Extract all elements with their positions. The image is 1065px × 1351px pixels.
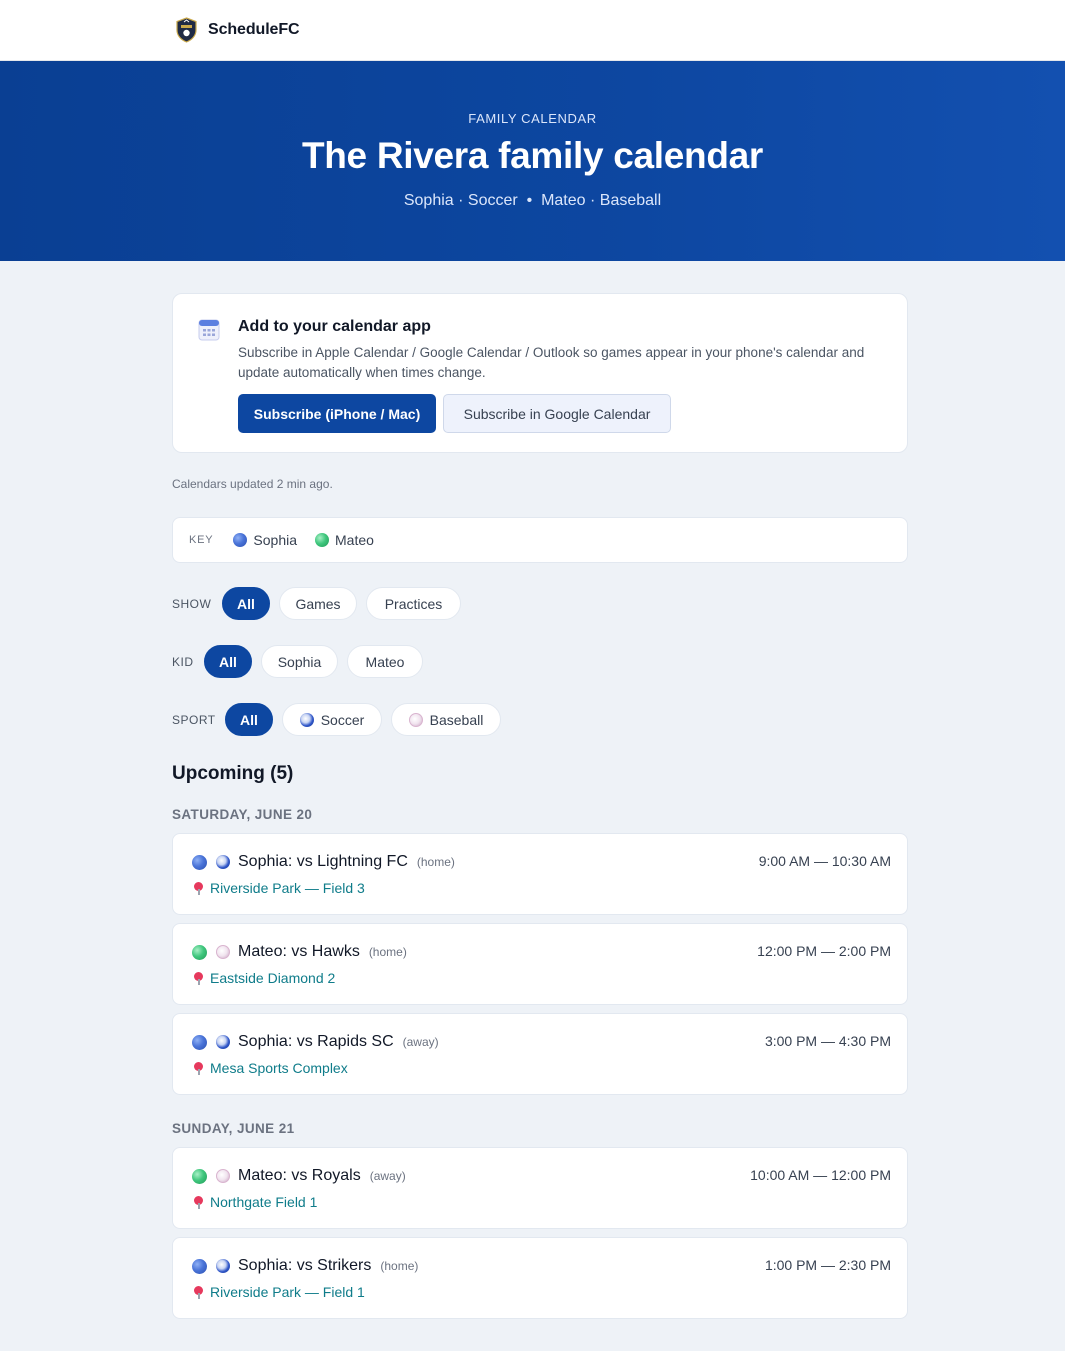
calendar-subscribe-card: Add to your calendar app Subscribe in Ap…: [172, 293, 908, 453]
event-card[interactable]: Mateo: vs Hawks (home) Eastside Diamond …: [172, 923, 908, 1005]
subscribe-google-button[interactable]: Subscribe in Google Calendar: [443, 394, 671, 433]
club-crest-icon: [176, 17, 197, 43]
event-location[interactable]: Mesa Sports Complex: [194, 1060, 348, 1076]
event-venue-tag: (home): [380, 1259, 419, 1273]
map-pin-icon: [194, 881, 203, 895]
event-header: Sophia: vs Rapids SC (away): [192, 1033, 439, 1051]
event-header: Sophia: vs Strikers (home): [192, 1257, 418, 1275]
upcoming-heading: Upcoming (5): [172, 763, 294, 784]
filter-kid-sophia[interactable]: Sophia: [261, 645, 338, 678]
filter-kid-mateo[interactable]: Mateo: [347, 645, 423, 678]
soccer-ball-icon: [299, 712, 314, 727]
event-location[interactable]: Riverside Park — Field 1: [194, 1284, 365, 1300]
event-venue-tag: (home): [416, 855, 455, 869]
soccer-ball-icon: [216, 855, 230, 869]
map-pin-icon: [194, 1285, 203, 1299]
event-location[interactable]: Northgate Field 1: [194, 1194, 317, 1210]
page-title: The Rivera family calendar: [301, 135, 764, 176]
event-title: Sophia: vs Rapids SC: [238, 1033, 394, 1050]
event-card[interactable]: Mateo: vs Royals (away) Northgate Field …: [172, 1147, 908, 1229]
event-time: 3:00 PM — 4:30 PM: [764, 1033, 891, 1049]
event-location-text: Eastside Diamond 2: [210, 970, 336, 986]
key-item-label: Sophia: [253, 532, 298, 548]
soccer-ball-icon: [216, 1259, 230, 1273]
sophia-color-dot-icon: [233, 533, 248, 547]
kid-color-dot-icon: [192, 854, 207, 870]
event-card[interactable]: Sophia: vs Lightning FC (home) Riverside…: [172, 833, 908, 915]
event-venue-tag: (away): [402, 1035, 439, 1049]
filter-show-all[interactable]: All: [222, 587, 270, 620]
brand-name: ScheduleFC: [208, 21, 300, 38]
kid-color-dot-icon: [192, 944, 207, 960]
day-label: SATURDAY, JUNE 20: [172, 807, 313, 822]
calendar-card-title: Add to your calendar app: [238, 318, 431, 335]
filter-sport-all[interactable]: All: [225, 703, 273, 736]
filter-show-label: SHOW: [172, 596, 212, 611]
event-card[interactable]: Sophia: vs Rapids SC (away) Mesa Sports …: [172, 1013, 908, 1095]
filter-show: SHOW All Games Practices: [172, 587, 470, 620]
kid-color-dot-icon: [192, 1034, 207, 1050]
hero-eyebrow: FAMILY CALENDAR: [468, 111, 597, 126]
filter-kid: KID All Sophia Mateo: [172, 645, 432, 678]
event-venue-tag: (home): [368, 945, 407, 959]
baseball-icon: [216, 945, 230, 959]
event-header: Sophia: vs Lightning FC (home): [192, 853, 455, 871]
event-title: Mateo: vs Hawks: [238, 943, 360, 960]
event-card[interactable]: Sophia: vs Strikers (home) Riverside Par…: [172, 1237, 908, 1319]
event-time: 12:00 PM — 2:00 PM: [757, 943, 891, 959]
event-location-text: Mesa Sports Complex: [210, 1060, 348, 1076]
event-header: Mateo: vs Royals (away): [192, 1167, 406, 1185]
top-bar: ScheduleFC: [0, 0, 1065, 61]
filter-kid-all[interactable]: All: [204, 645, 252, 678]
map-pin-icon: [194, 1061, 203, 1075]
soccer-ball-icon: [216, 1035, 230, 1049]
filter-sport-baseball[interactable]: Baseball: [391, 703, 501, 736]
color-key: KEY Sophia Mateo: [172, 517, 908, 563]
day-label: SUNDAY, JUNE 21: [172, 1121, 295, 1136]
event-title: Mateo: vs Royals: [238, 1167, 361, 1184]
event-location[interactable]: Eastside Diamond 2: [194, 970, 335, 986]
filter-show-practices[interactable]: Practices: [366, 587, 461, 620]
filter-kid-label: KID: [172, 654, 194, 669]
mateo-color-dot-icon: [315, 533, 330, 547]
calendar-icon: [198, 319, 220, 341]
filter-sport: SPORT All Soccer Baseball: [172, 703, 510, 736]
event-header: Mateo: vs Hawks (home): [192, 943, 407, 961]
brand[interactable]: ScheduleFC: [175, 17, 300, 43]
subscribe-apple-button[interactable]: Subscribe (iPhone / Mac): [238, 394, 436, 433]
event-location-text: Riverside Park — Field 3: [210, 880, 365, 896]
filter-sport-soccer-label: Soccer: [320, 711, 365, 728]
kid-color-dot-icon: [192, 1168, 207, 1184]
event-time: 1:00 PM — 2:30 PM: [764, 1257, 891, 1273]
key-item-sophia: Sophia: [233, 532, 297, 548]
event-title: Sophia: vs Lightning FC: [238, 853, 408, 870]
event-location[interactable]: Riverside Park — Field 3: [194, 880, 365, 896]
calendar-card-description: Subscribe in Apple Calendar / Google Cal…: [238, 345, 865, 380]
filter-sport-baseball-label: Baseball: [429, 711, 484, 728]
hero-subtitle: Sophia · Soccer • Mateo · Baseball: [403, 192, 662, 209]
event-title: Sophia: vs Strikers: [238, 1257, 372, 1274]
map-pin-icon: [194, 971, 203, 985]
filter-show-games[interactable]: Games: [279, 587, 357, 620]
event-time: 9:00 AM — 10:30 AM: [758, 853, 891, 869]
filter-sport-label: SPORT: [172, 712, 216, 727]
baseball-icon: [216, 1169, 230, 1183]
key-label: KEY: [189, 534, 214, 546]
kid-color-dot-icon: [192, 1258, 207, 1274]
filter-sport-soccer[interactable]: Soccer: [282, 703, 382, 736]
baseball-icon: [408, 712, 423, 727]
event-location-text: Riverside Park — Field 1: [210, 1284, 365, 1300]
event-location-text: Northgate Field 1: [210, 1194, 318, 1210]
event-time: 10:00 AM — 12:00 PM: [750, 1167, 891, 1183]
hero-banner: FAMILY CALENDAR The Rivera family calend…: [0, 61, 1065, 261]
updated-status: Calendars updated 2 min ago.: [172, 477, 333, 491]
event-venue-tag: (away): [369, 1169, 406, 1183]
key-item-mateo: Mateo: [315, 532, 374, 548]
key-item-label: Mateo: [335, 532, 374, 548]
map-pin-icon: [194, 1195, 203, 1209]
